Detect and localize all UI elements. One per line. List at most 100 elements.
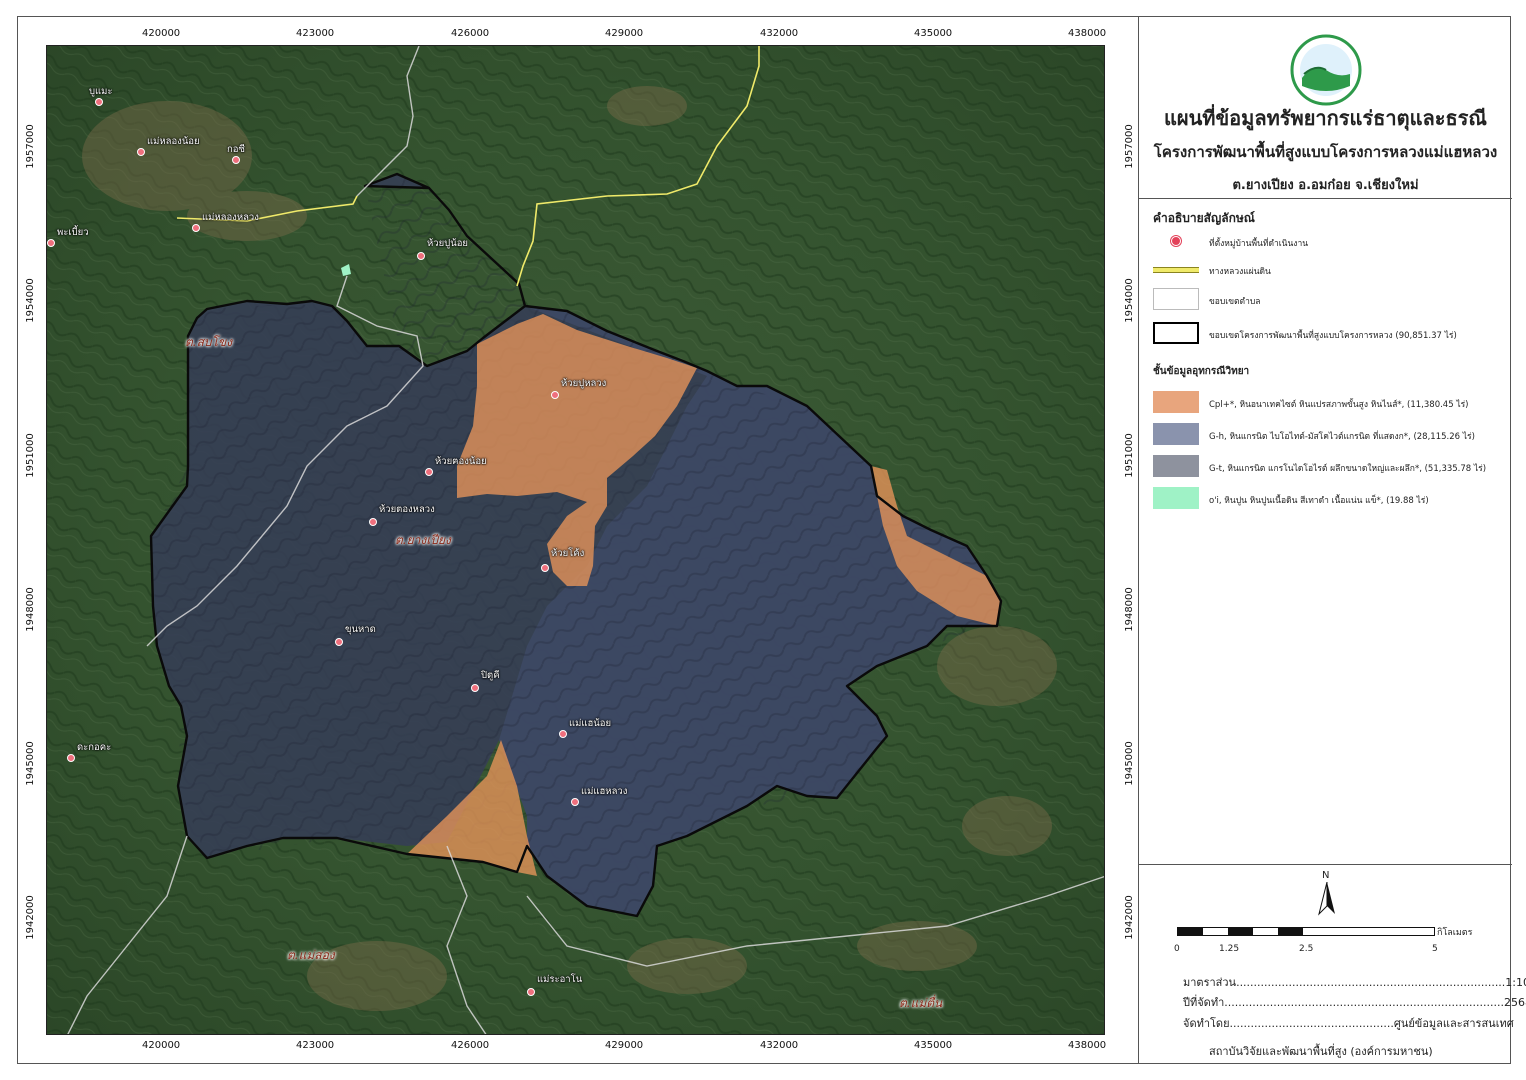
village-label: แม่ระอาโน bbox=[537, 974, 583, 985]
cpl-swatch bbox=[1153, 391, 1199, 413]
village-symbol-icon bbox=[1171, 236, 1181, 246]
divider bbox=[1139, 198, 1512, 199]
village-label: ห้วยตองหลวง bbox=[379, 504, 435, 515]
info-panel: แผนที่ข้อมูลทรัพยากรแร่ธาตุและธรณี โครงก… bbox=[1138, 16, 1526, 1064]
legend-label: ทางหลวงแผ่นดิน bbox=[1209, 267, 1271, 277]
village-label: ขุนหาด bbox=[345, 624, 376, 635]
made-by-text: จัดทำโดย................................… bbox=[1183, 1017, 1514, 1030]
village-marker[interactable] bbox=[95, 98, 103, 106]
village-marker[interactable] bbox=[232, 156, 240, 164]
y-tick: 1957000 bbox=[1123, 124, 1135, 169]
scale-tick: 0 bbox=[1174, 944, 1180, 954]
village-marker[interactable] bbox=[192, 224, 200, 232]
village-label: ปิตูคี bbox=[481, 670, 500, 681]
x-tick: 426000 bbox=[451, 1040, 490, 1051]
map-canvas[interactable]: บูแมะ แม่หลองน้อย กอซี แม่หลองหลวง พะเบี… bbox=[46, 45, 1105, 1035]
x-tick: 429000 bbox=[605, 1040, 644, 1051]
north-arrow: N bbox=[1317, 868, 1337, 916]
location-subtitle: ต.ยางเปียง อ.อมก๋อย จ.เชียงใหม่ bbox=[1232, 178, 1419, 193]
y-tick: 1957000 bbox=[24, 124, 36, 169]
gh-swatch bbox=[1153, 423, 1199, 445]
village-marker[interactable] bbox=[551, 391, 559, 399]
scale-tick: 1.25 bbox=[1219, 944, 1240, 954]
village-label: บูแมะ bbox=[89, 86, 113, 97]
y-tick: 1945000 bbox=[24, 741, 36, 786]
x-tick: 432000 bbox=[760, 28, 799, 39]
y-tick: 1942000 bbox=[1123, 895, 1135, 940]
project-symbol bbox=[1153, 322, 1199, 344]
village-marker[interactable] bbox=[47, 239, 55, 247]
x-tick: 438000 bbox=[1068, 28, 1107, 39]
y-tick: 1948000 bbox=[24, 587, 36, 632]
x-tick: 432000 bbox=[760, 1040, 799, 1051]
north-arrow-icon bbox=[1318, 882, 1335, 916]
year-text: ปีที่จัดทำ..............................… bbox=[1183, 996, 1526, 1009]
map-title: แผนที่ข้อมูลทรัพยากรแร่ธาตุและธรณี bbox=[1164, 106, 1487, 130]
village-marker[interactable] bbox=[425, 468, 433, 476]
logo bbox=[1290, 34, 1362, 106]
organization-text: สถาบันวิจัยและพัฒนาพื้นที่สูง (องค์การมห… bbox=[1209, 1045, 1433, 1058]
road-symbol bbox=[1153, 267, 1199, 273]
village-label: พะเบี้ยว bbox=[57, 227, 89, 238]
oi-swatch bbox=[1153, 487, 1199, 509]
x-tick: 435000 bbox=[914, 28, 953, 39]
north-label: N bbox=[1322, 870, 1330, 881]
village-label: แม่แฮหลวง bbox=[581, 786, 628, 797]
village-marker[interactable] bbox=[67, 754, 75, 762]
village-label: ห้วยฅองน้อย bbox=[435, 456, 487, 467]
legend-title: คำอธิบายสัญลักษณ์ bbox=[1153, 211, 1255, 225]
village-marker[interactable] bbox=[137, 148, 145, 156]
village-marker[interactable] bbox=[559, 730, 567, 738]
gt-swatch bbox=[1153, 455, 1199, 477]
village-marker[interactable] bbox=[369, 518, 377, 526]
map-svg bbox=[47, 46, 1104, 1034]
tambon-label: ต.ยางเปียง bbox=[395, 533, 451, 547]
legend-label: G-t, หินแกรนิต แกรโนไดโอไรต์ ผลึกขนาดใหญ… bbox=[1209, 464, 1487, 474]
village-marker[interactable] bbox=[541, 564, 549, 572]
tambon-label: ต.แม่ตื่น bbox=[899, 996, 943, 1010]
scale-tick: 5 bbox=[1432, 944, 1438, 954]
village-label: แม่แฮน้อย bbox=[569, 718, 612, 729]
village-label: ห้วยโค้ง bbox=[551, 548, 585, 559]
x-tick: 420000 bbox=[142, 1040, 181, 1051]
village-label: ห้วยปูหลวง bbox=[561, 378, 607, 389]
x-tick: 426000 bbox=[451, 28, 490, 39]
village-marker[interactable] bbox=[527, 988, 535, 996]
scale-tick: 2.5 bbox=[1299, 944, 1314, 954]
village-label: แม่หลองหลวง bbox=[202, 212, 259, 223]
scale-unit: กิโลเมตร bbox=[1437, 928, 1473, 938]
village-marker[interactable] bbox=[335, 638, 343, 646]
x-tick: 429000 bbox=[605, 28, 644, 39]
y-tick: 1942000 bbox=[24, 895, 36, 940]
village-label: ดะกอคะ bbox=[77, 742, 112, 753]
tambon-label: ต.สบโขง bbox=[185, 335, 233, 349]
y-tick: 1951000 bbox=[1123, 433, 1135, 478]
village-marker[interactable] bbox=[471, 684, 479, 692]
x-tick: 423000 bbox=[296, 1040, 335, 1051]
legend-label: ขอบเขตตำบล bbox=[1209, 297, 1261, 307]
y-tick: 1954000 bbox=[24, 278, 36, 323]
geology-title: ชั้นข้อมูลอุทกรณีวิทยา bbox=[1153, 366, 1250, 377]
village-marker[interactable] bbox=[417, 252, 425, 260]
y-tick: 1948000 bbox=[1123, 587, 1135, 632]
village-label: กอซี bbox=[227, 144, 245, 155]
scale-text: มาตราส่วน...............................… bbox=[1183, 976, 1526, 989]
x-tick: 420000 bbox=[142, 28, 181, 39]
y-tick: 1951000 bbox=[24, 433, 36, 478]
project-subtitle: โครงการพัฒนาพื้นที่สูงแบบโครงการหลวงแม่แ… bbox=[1153, 143, 1498, 161]
tambon-symbol bbox=[1153, 288, 1199, 310]
y-tick: 1954000 bbox=[1123, 278, 1135, 323]
legend-label: G-h, หินแกรนิต ไบโอไทต์-มัสโคไวต์แกรนิต … bbox=[1209, 432, 1475, 442]
x-tick: 423000 bbox=[296, 28, 335, 39]
legend-label: ขอบเขตโครงการพัฒนาพื้นที่สูงแบบโครงการหล… bbox=[1209, 331, 1457, 341]
village-label: แม่หลองน้อย bbox=[147, 136, 200, 147]
legend-label: ที่ตั้งหมู่บ้านพื้นที่ดำเนินงาน bbox=[1209, 239, 1309, 249]
y-tick: 1945000 bbox=[1123, 741, 1135, 786]
tambon-label: ต.แม่สอง bbox=[287, 948, 335, 962]
x-tick: 438000 bbox=[1068, 1040, 1107, 1051]
divider bbox=[1139, 864, 1512, 865]
village-marker[interactable] bbox=[571, 798, 579, 806]
legend-label: Cpl+*, หินอนาเทคไซต์ หินแปรสภาพขั้นสูง ห… bbox=[1209, 400, 1469, 410]
village-label: ห้วยปูน้อย bbox=[427, 238, 468, 249]
legend-label: o'i, หินปูน หินปูนเนื้อดิน สีเทาดำ เนื้อ… bbox=[1209, 496, 1429, 506]
